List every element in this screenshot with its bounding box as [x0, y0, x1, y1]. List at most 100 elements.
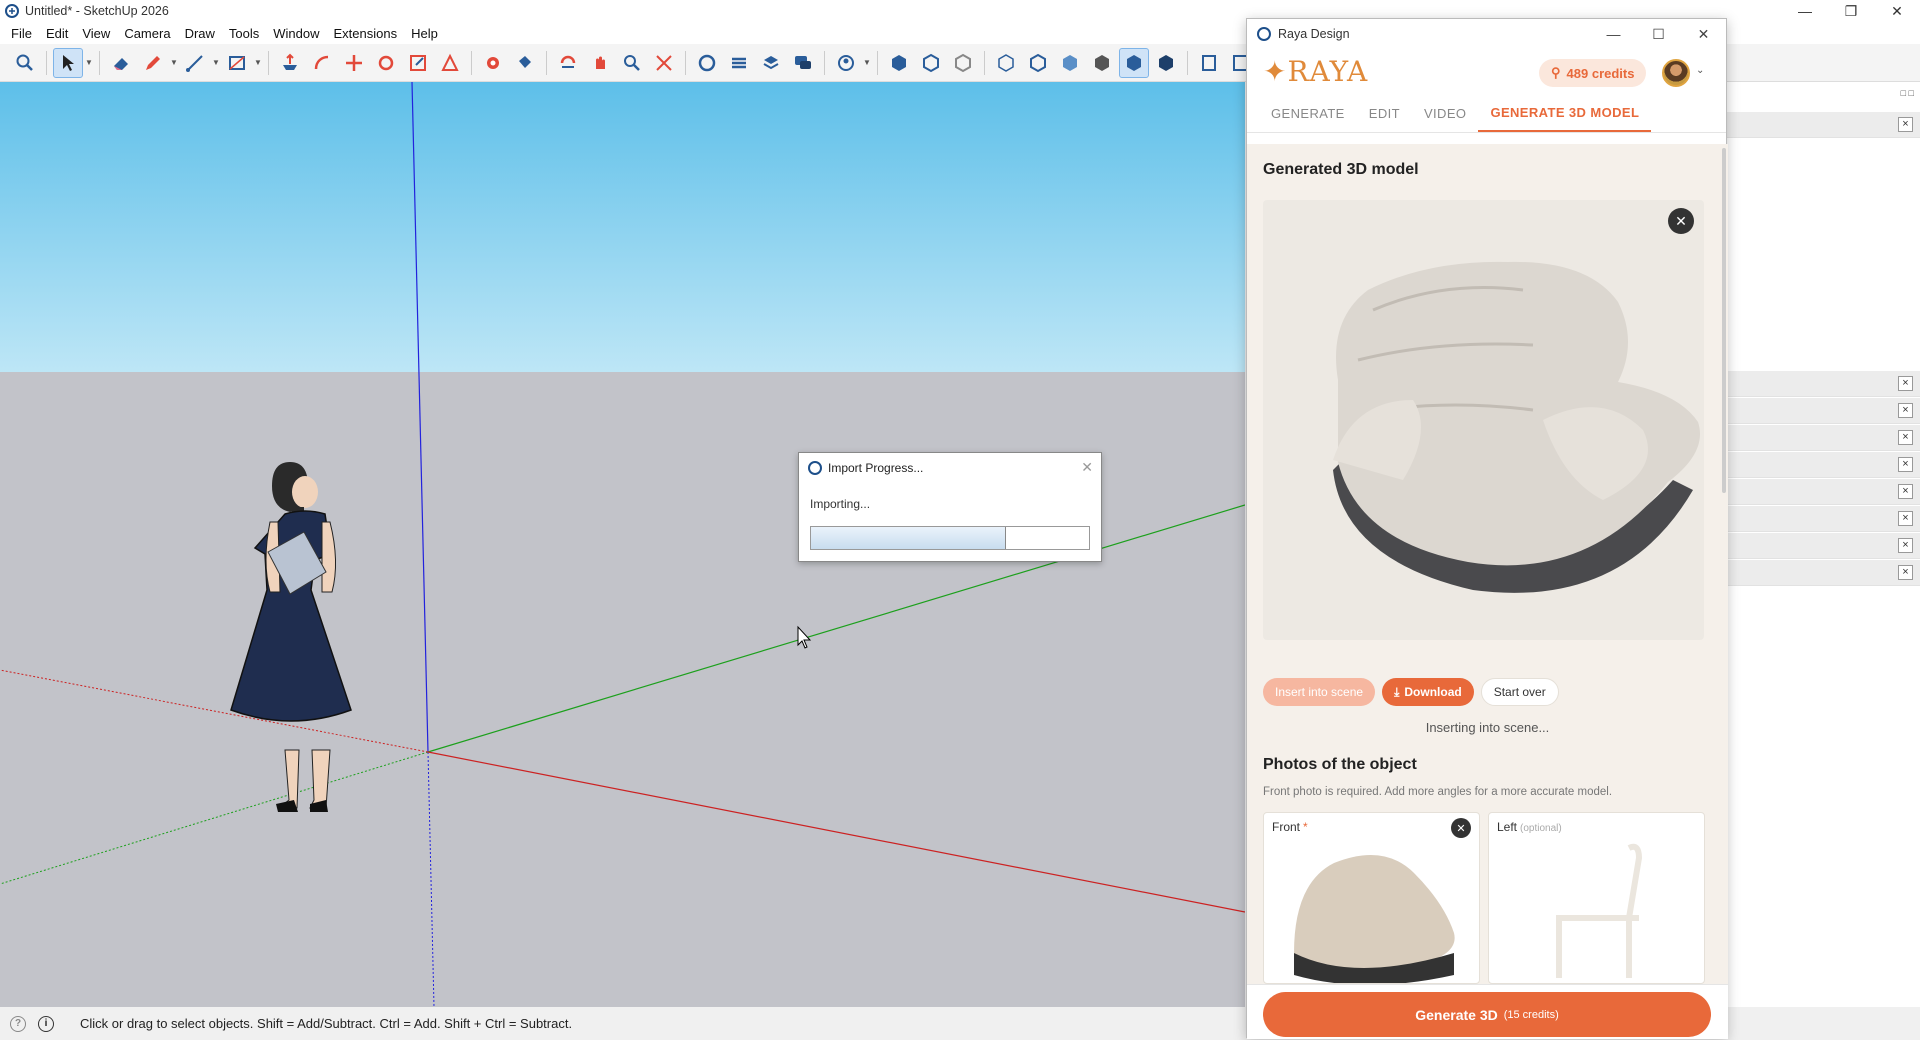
tab-video[interactable]: VIDEO: [1412, 95, 1478, 132]
geo-location-icon[interactable]: ?: [10, 1015, 26, 1032]
tab-generate[interactable]: GENERATE: [1259, 95, 1357, 132]
close-icon[interactable]: ×: [1898, 538, 1913, 553]
restore-icon[interactable]: ❐: [1828, 0, 1874, 22]
maximize-icon[interactable]: ☐: [1636, 19, 1681, 49]
account-icon[interactable]: [831, 48, 861, 78]
section-plane-icon[interactable]: [1194, 48, 1224, 78]
close-icon[interactable]: ×: [1898, 565, 1913, 580]
menu-camera[interactable]: Camera: [117, 26, 177, 41]
chevron-down-icon[interactable]: ⌄: [1696, 65, 1704, 76]
wireframe-style-icon[interactable]: [1023, 48, 1053, 78]
close-icon[interactable]: ×: [1898, 430, 1913, 445]
push-pull-icon[interactable]: [275, 48, 305, 78]
tray-panel[interactable]: ×: [1726, 506, 1920, 532]
menu-window[interactable]: Window: [266, 26, 326, 41]
shaded-style-icon[interactable]: [1087, 48, 1117, 78]
scale-icon[interactable]: [403, 48, 433, 78]
close-icon[interactable]: ✕: [1681, 19, 1726, 49]
tray-panel[interactable]: ×: [1726, 533, 1920, 559]
dialog-close-icon[interactable]: ✕: [1081, 459, 1093, 476]
rotate-icon[interactable]: [371, 48, 401, 78]
info-icon[interactable]: i: [38, 1015, 54, 1032]
menu-draw[interactable]: Draw: [178, 26, 222, 41]
paint-bucket-icon[interactable]: [510, 48, 540, 78]
raya-logo[interactable]: ✦RAYA: [1263, 55, 1368, 88]
move-icon[interactable]: [339, 48, 369, 78]
eraser-icon[interactable]: [106, 48, 136, 78]
minimize-icon[interactable]: —: [1782, 0, 1828, 22]
pan-icon[interactable]: [585, 48, 615, 78]
offset-icon[interactable]: [435, 48, 465, 78]
menu-file[interactable]: File: [4, 26, 39, 41]
scrollbar[interactable]: [1722, 148, 1726, 493]
pencil-icon[interactable]: [138, 48, 168, 78]
photo-slot-left[interactable]: Left (optional): [1488, 812, 1705, 984]
textured-style-icon[interactable]: [1119, 47, 1149, 78]
close-icon[interactable]: ×: [1898, 403, 1913, 418]
menu-tools[interactable]: Tools: [222, 26, 266, 41]
orbit-icon[interactable]: [553, 48, 583, 78]
menu-extensions[interactable]: Extensions: [327, 26, 405, 41]
download-button[interactable]: ⤓ Download: [1382, 678, 1474, 706]
layers-icon[interactable]: [756, 48, 786, 78]
toolbar-divider: [268, 50, 269, 75]
tab-edit[interactable]: EDIT: [1357, 95, 1412, 132]
raya-tabs: GENERATE EDIT VIDEO GENERATE 3D MODEL: [1247, 95, 1726, 133]
sketchup-app: Untitled* - SketchUp 2026 — ❐ ✕ File Edi…: [0, 0, 1920, 1040]
generate-3d-cost: (15 credits): [1503, 1008, 1559, 1021]
warehouse-icon[interactable]: [692, 48, 722, 78]
close-icon[interactable]: ×: [1898, 376, 1913, 391]
close-icon[interactable]: ×: [1898, 484, 1913, 499]
generate-3d-button[interactable]: Generate 3D (15 credits): [1263, 992, 1711, 1037]
top-view-icon[interactable]: [916, 48, 946, 78]
tray-panel[interactable]: ×: [1726, 479, 1920, 505]
toolbar-divider: [877, 50, 878, 75]
scale-figure[interactable]: [230, 462, 352, 812]
monochrome-style-icon[interactable]: [1151, 48, 1181, 78]
tray-panel[interactable]: ×: [1726, 560, 1920, 586]
line-tool-icon[interactable]: [180, 48, 210, 78]
front-view-icon[interactable]: [948, 48, 978, 78]
select-tool-icon[interactable]: [53, 47, 83, 78]
rectangle-tool-icon[interactable]: [222, 48, 252, 78]
tray-panel[interactable]: ×: [1726, 371, 1920, 397]
xray-style-icon[interactable]: [991, 48, 1021, 78]
menu-help[interactable]: Help: [404, 26, 445, 41]
chevron-down-icon[interactable]: ▼: [85, 48, 93, 78]
credits-badge[interactable]: ⚲ 489 credits: [1539, 59, 1647, 87]
close-icon[interactable]: ×: [1898, 117, 1913, 132]
chevron-down-icon[interactable]: ▼: [254, 48, 262, 78]
chevron-down-icon[interactable]: ▼: [170, 48, 178, 78]
follow-me-icon[interactable]: [307, 48, 337, 78]
close-model-icon[interactable]: ✕: [1668, 208, 1694, 234]
hidden-line-style-icon[interactable]: [1055, 48, 1085, 78]
mouse-cursor-icon: [797, 625, 812, 649]
zoom-icon[interactable]: [617, 48, 647, 78]
insert-into-scene-button[interactable]: Insert into scene: [1263, 678, 1376, 706]
menu-view[interactable]: View: [75, 26, 117, 41]
iso-view-icon[interactable]: [884, 48, 914, 78]
extension-warehouse-icon[interactable]: [724, 48, 754, 78]
chevron-down-icon[interactable]: ▼: [863, 48, 871, 78]
chevron-down-icon[interactable]: ▼: [212, 48, 220, 78]
zoom-extents-icon[interactable]: [649, 48, 679, 78]
search-icon[interactable]: [10, 48, 40, 78]
tray-pin-icon[interactable]: □ □: [1901, 88, 1914, 98]
tray-panel[interactable]: ×: [1726, 398, 1920, 424]
start-over-button[interactable]: Start over: [1480, 678, 1559, 706]
menu-edit[interactable]: Edit: [39, 26, 75, 41]
front-label-text: Front: [1272, 820, 1301, 834]
tab-generate-3d-model[interactable]: GENERATE 3D MODEL: [1478, 95, 1652, 132]
chat-icon[interactable]: [788, 48, 818, 78]
close-icon[interactable]: ✕: [1874, 0, 1920, 22]
tray-panel[interactable]: ×: [1726, 112, 1920, 138]
close-icon[interactable]: ×: [1898, 457, 1913, 472]
tray-panel[interactable]: ×: [1726, 425, 1920, 451]
avatar[interactable]: [1662, 59, 1690, 87]
close-icon[interactable]: ×: [1898, 511, 1913, 526]
tray-panel[interactable]: ×: [1726, 452, 1920, 478]
minimize-icon[interactable]: —: [1591, 19, 1636, 49]
photo-slot-front[interactable]: Front * ✕: [1263, 812, 1480, 984]
tape-measure-icon[interactable]: [478, 48, 508, 78]
remove-photo-icon[interactable]: ✕: [1451, 818, 1471, 838]
